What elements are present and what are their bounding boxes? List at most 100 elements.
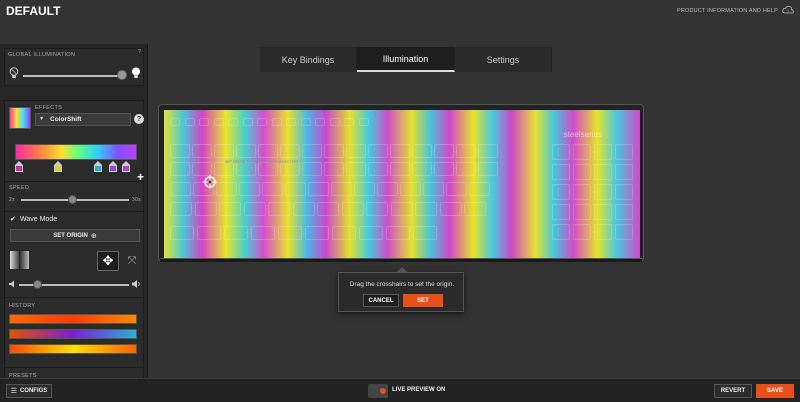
tab-settings[interactable]: Settings <box>455 47 552 72</box>
keyboard-key <box>239 182 260 196</box>
tab-key-bindings[interactable]: Key Bindings <box>260 47 357 72</box>
set-button[interactable]: SET <box>403 294 443 307</box>
keyboard-key <box>286 118 296 126</box>
numpad-key <box>594 184 612 200</box>
keyboard-key <box>412 144 432 158</box>
direction-inward-icon[interactable]: ⤧ <box>121 251 143 271</box>
bulb-on-icon <box>132 67 140 78</box>
numpad-key <box>552 184 570 200</box>
keyboard-key <box>170 118 180 126</box>
crosshair-icon: ⊕ <box>90 232 97 240</box>
keyboard-key <box>368 144 388 158</box>
keyboard-key <box>280 162 300 176</box>
keyboard-key <box>469 182 490 196</box>
numpad-key <box>594 204 612 220</box>
speed-label: SPEED <box>9 185 30 191</box>
numpad-key <box>573 224 591 240</box>
wave-mode-checkbox[interactable]: ✔ <box>10 215 16 223</box>
origin-crosshair-icon[interactable] <box>203 175 217 189</box>
configs-button[interactable]: ☰ CONFIGS <box>6 384 52 398</box>
popup-message: Drag the crosshairs to set the origin. <box>349 281 455 288</box>
speaker-high-icon <box>132 280 140 288</box>
keyboard-key <box>251 226 275 240</box>
keyboard-key <box>439 202 462 216</box>
keyboard-key <box>390 202 413 216</box>
keyboard-key <box>324 144 344 158</box>
cloud-help-icon[interactable]: ? <box>782 5 794 15</box>
divider <box>5 211 143 212</box>
gradient-stop-handle[interactable] <box>122 161 130 172</box>
speed-slider-knob[interactable] <box>68 195 77 204</box>
effect-dropdown[interactable]: ▾ ColorShift <box>35 113 131 126</box>
keyboard-key <box>415 202 437 216</box>
global-illumination-panel: GLOBAL ILLUMINATION ? <box>4 48 144 86</box>
history-swatch[interactable] <box>9 344 137 354</box>
keyboard-key <box>368 162 388 176</box>
gradient-type-icon[interactable] <box>10 251 19 269</box>
keyboard-key <box>262 182 283 196</box>
gradient-stops <box>5 161 145 173</box>
list-icon: ☰ <box>10 388 17 395</box>
history-swatch[interactable] <box>9 314 137 324</box>
chevron-down-icon: ▾ <box>40 116 44 122</box>
live-preview-toggle[interactable] <box>368 384 388 398</box>
keyboard-key <box>346 162 366 176</box>
product-help-link[interactable]: PRODUCT INFORMATION AND HELP <box>677 8 778 14</box>
tab-illumination[interactable]: Illumination <box>357 47 455 72</box>
revert-button[interactable]: REVERT <box>714 384 752 398</box>
keyboard-key <box>236 144 256 158</box>
keyboard-key <box>329 118 340 126</box>
keyboard-key <box>170 144 190 158</box>
speed-max-label: 30s <box>132 197 141 203</box>
speaker-low-icon <box>9 280 14 288</box>
keyboard-key <box>302 144 322 158</box>
global-illumination-help-icon[interactable]: ? <box>138 49 141 55</box>
set-origin-button[interactable]: SET ORIGIN ⊕ <box>10 229 140 242</box>
history-swatch[interactable] <box>9 329 137 339</box>
keyboard-key <box>332 226 356 240</box>
keyboard-key <box>346 144 366 158</box>
keyboard-footer-text: SET ORIGIN TO CHANGE WAVE DIRECTION <box>225 160 298 164</box>
keyboard-key <box>423 182 444 196</box>
effect-preview-swatch <box>9 107 31 129</box>
keyboard-key <box>434 144 454 158</box>
keyboard-key <box>478 162 498 176</box>
global-illumination-slider-knob[interactable] <box>117 70 127 80</box>
gradient-stop-handle[interactable] <box>54 161 62 172</box>
keyboard-key <box>219 202 241 216</box>
keyboard-illumination-surface[interactable]: steelseries <box>164 110 640 258</box>
popup-pointer <box>396 267 408 273</box>
keyboard-stand <box>160 258 642 262</box>
gradient-type-icon-alt[interactable] <box>20 251 29 269</box>
keyboard-key <box>377 182 398 196</box>
svg-text:?: ? <box>787 8 790 13</box>
numpad-key <box>573 144 591 160</box>
gradient-stop-handle[interactable] <box>109 161 117 172</box>
keyboard-key <box>236 162 256 176</box>
bottom-bar: ☰ CONFIGS LIVE PREVIEW ON REVERT SAVE <box>0 378 800 402</box>
keyboard-key <box>366 202 388 216</box>
keyboard-key <box>258 144 278 158</box>
keyboard-key <box>434 162 454 176</box>
main-tabs: Key Bindings Illumination Settings <box>260 47 552 72</box>
volume-slider-knob[interactable] <box>33 280 42 289</box>
save-button[interactable]: SAVE <box>756 384 794 398</box>
keyboard-key <box>213 118 224 126</box>
effects-help-icon[interactable]: ? <box>134 114 144 124</box>
cancel-button[interactable]: CANCEL <box>363 294 399 307</box>
keyboard-brand-label: steelseries <box>563 130 602 139</box>
keyboard-key <box>354 182 375 196</box>
divider <box>5 367 143 368</box>
direction-outward-icon[interactable]: ✥ <box>97 251 119 271</box>
gradient-stop-handle[interactable] <box>15 161 23 172</box>
gradient-editor-bar[interactable] <box>15 144 137 160</box>
numpad-key <box>615 184 633 200</box>
history-list <box>9 314 141 360</box>
keyboard-key <box>280 144 300 158</box>
gradient-stop-handle[interactable] <box>94 161 102 172</box>
global-illumination-slider[interactable] <box>23 75 125 77</box>
keyboard-key <box>456 162 476 176</box>
keyboard-key <box>268 202 290 216</box>
keyboard-key <box>324 162 344 176</box>
keyboard-key <box>170 182 191 196</box>
